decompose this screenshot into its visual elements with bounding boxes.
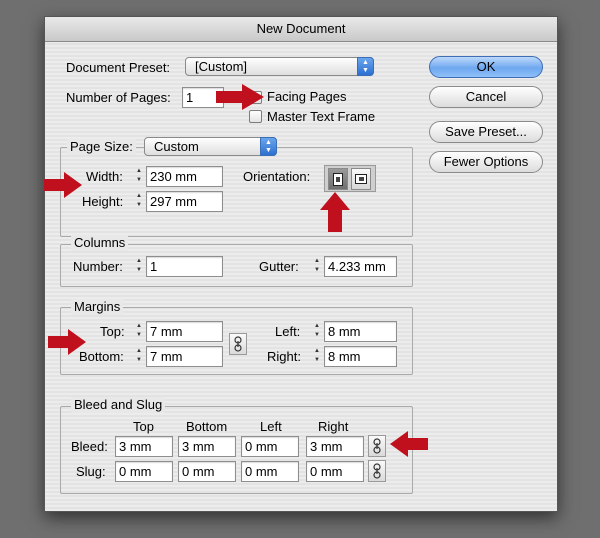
landscape-orientation-button[interactable] <box>351 168 371 190</box>
chain-link-icon <box>234 336 242 352</box>
red-arrow-icon <box>48 329 86 355</box>
columns-number-label: Number: <box>73 259 123 274</box>
master-text-frame-checkbox[interactable] <box>249 110 262 123</box>
bleed-right-field[interactable]: 3 mm <box>306 436 364 457</box>
margin-left-label: Left: <box>275 324 301 339</box>
margins-chain-button[interactable] <box>229 333 247 355</box>
page-size-label: Page Size: <box>67 139 136 155</box>
page-size-value: Custom <box>154 139 199 154</box>
chain-link-icon <box>373 463 381 479</box>
dialog-title: New Document <box>45 17 557 42</box>
slug-bottom-field[interactable]: 0 mm <box>178 461 236 482</box>
columns-title: Columns <box>71 235 129 251</box>
stepper-icon[interactable]: ▲ ▼ <box>134 167 144 188</box>
slug-right-field[interactable]: 0 mm <box>306 461 364 482</box>
slug-chain-button[interactable] <box>368 460 386 482</box>
margin-top-label: Top: <box>100 324 125 339</box>
bleed-chain-button[interactable] <box>368 435 386 457</box>
gutter-field[interactable]: 4.233 mm <box>324 256 397 277</box>
bleed-col-bottom: Bottom <box>186 419 228 434</box>
popup-arrows-icon: ▲ ▼ <box>260 137 277 156</box>
red-arrow-icon <box>320 192 350 232</box>
chain-link-icon <box>373 438 381 454</box>
width-field[interactable]: 230 mm <box>146 166 223 187</box>
stepper-icon[interactable]: ▲ ▼ <box>134 192 144 213</box>
document-preset-value: [Custom] <box>195 59 248 74</box>
margin-bottom-field[interactable]: 7 mm <box>146 346 223 367</box>
fewer-options-button[interactable]: Fewer Options <box>429 151 543 173</box>
margin-top-field[interactable]: 7 mm <box>146 321 223 342</box>
page-size-popup[interactable]: Custom ▲ ▼ <box>144 137 277 156</box>
document-preset-popup[interactable]: [Custom] ▲ ▼ <box>185 57 374 76</box>
margin-right-label: Right: <box>267 349 301 364</box>
red-arrow-icon <box>44 172 82 198</box>
number-of-pages-label: Number of Pages: <box>66 90 171 105</box>
bleed-label: Bleed: <box>71 439 108 454</box>
popup-arrows-icon: ▲ ▼ <box>357 57 374 76</box>
stepper-icon[interactable]: ▲ ▼ <box>312 257 322 278</box>
ok-button[interactable]: OK <box>429 56 543 78</box>
slug-left-field[interactable]: 0 mm <box>241 461 299 482</box>
margin-left-field[interactable]: 8 mm <box>324 321 397 342</box>
bleed-left-field[interactable]: 0 mm <box>241 436 299 457</box>
stepper-icon[interactable]: ▲ ▼ <box>134 347 144 368</box>
stepper-icon[interactable]: ▲ ▼ <box>134 322 144 343</box>
width-label: Width: <box>86 169 123 184</box>
bleed-slug-title: Bleed and Slug <box>71 397 166 413</box>
portrait-orientation-button[interactable] <box>328 168 348 190</box>
red-arrow-icon <box>390 431 428 457</box>
save-preset-button[interactable]: Save Preset... <box>429 121 543 143</box>
facing-pages-label: Facing Pages <box>267 89 347 104</box>
cancel-button[interactable]: Cancel <box>429 86 543 108</box>
portrait-orientation-icon <box>333 173 343 186</box>
bleed-top-field[interactable]: 3 mm <box>115 436 173 457</box>
height-label: Height: <box>82 194 124 209</box>
stepper-icon[interactable]: ▲ ▼ <box>312 347 322 368</box>
bleed-col-left: Left <box>260 419 282 434</box>
red-arrow-icon <box>216 84 264 110</box>
landscape-orientation-icon <box>355 174 367 184</box>
bleed-bottom-field[interactable]: 3 mm <box>178 436 236 457</box>
stepper-icon[interactable]: ▲ ▼ <box>312 322 322 343</box>
margin-right-field[interactable]: 8 mm <box>324 346 397 367</box>
columns-number-field[interactable]: 1 <box>146 256 223 277</box>
document-preset-label: Document Preset: <box>66 60 171 75</box>
margins-title: Margins <box>71 299 124 315</box>
orientation-label: Orientation: <box>243 169 311 184</box>
master-text-frame-label: Master Text Frame <box>267 109 376 124</box>
gutter-label: Gutter: <box>259 259 299 274</box>
height-field[interactable]: 297 mm <box>146 191 223 212</box>
page-size-group <box>60 147 413 237</box>
bleed-col-top: Top <box>133 419 154 434</box>
slug-label: Slug: <box>76 464 106 479</box>
new-document-dialog: New Document Document Preset: [Custom] ▲… <box>44 16 558 512</box>
bleed-col-right: Right <box>318 419 349 434</box>
stepper-icon[interactable]: ▲ ▼ <box>134 257 144 278</box>
slug-top-field[interactable]: 0 mm <box>115 461 173 482</box>
